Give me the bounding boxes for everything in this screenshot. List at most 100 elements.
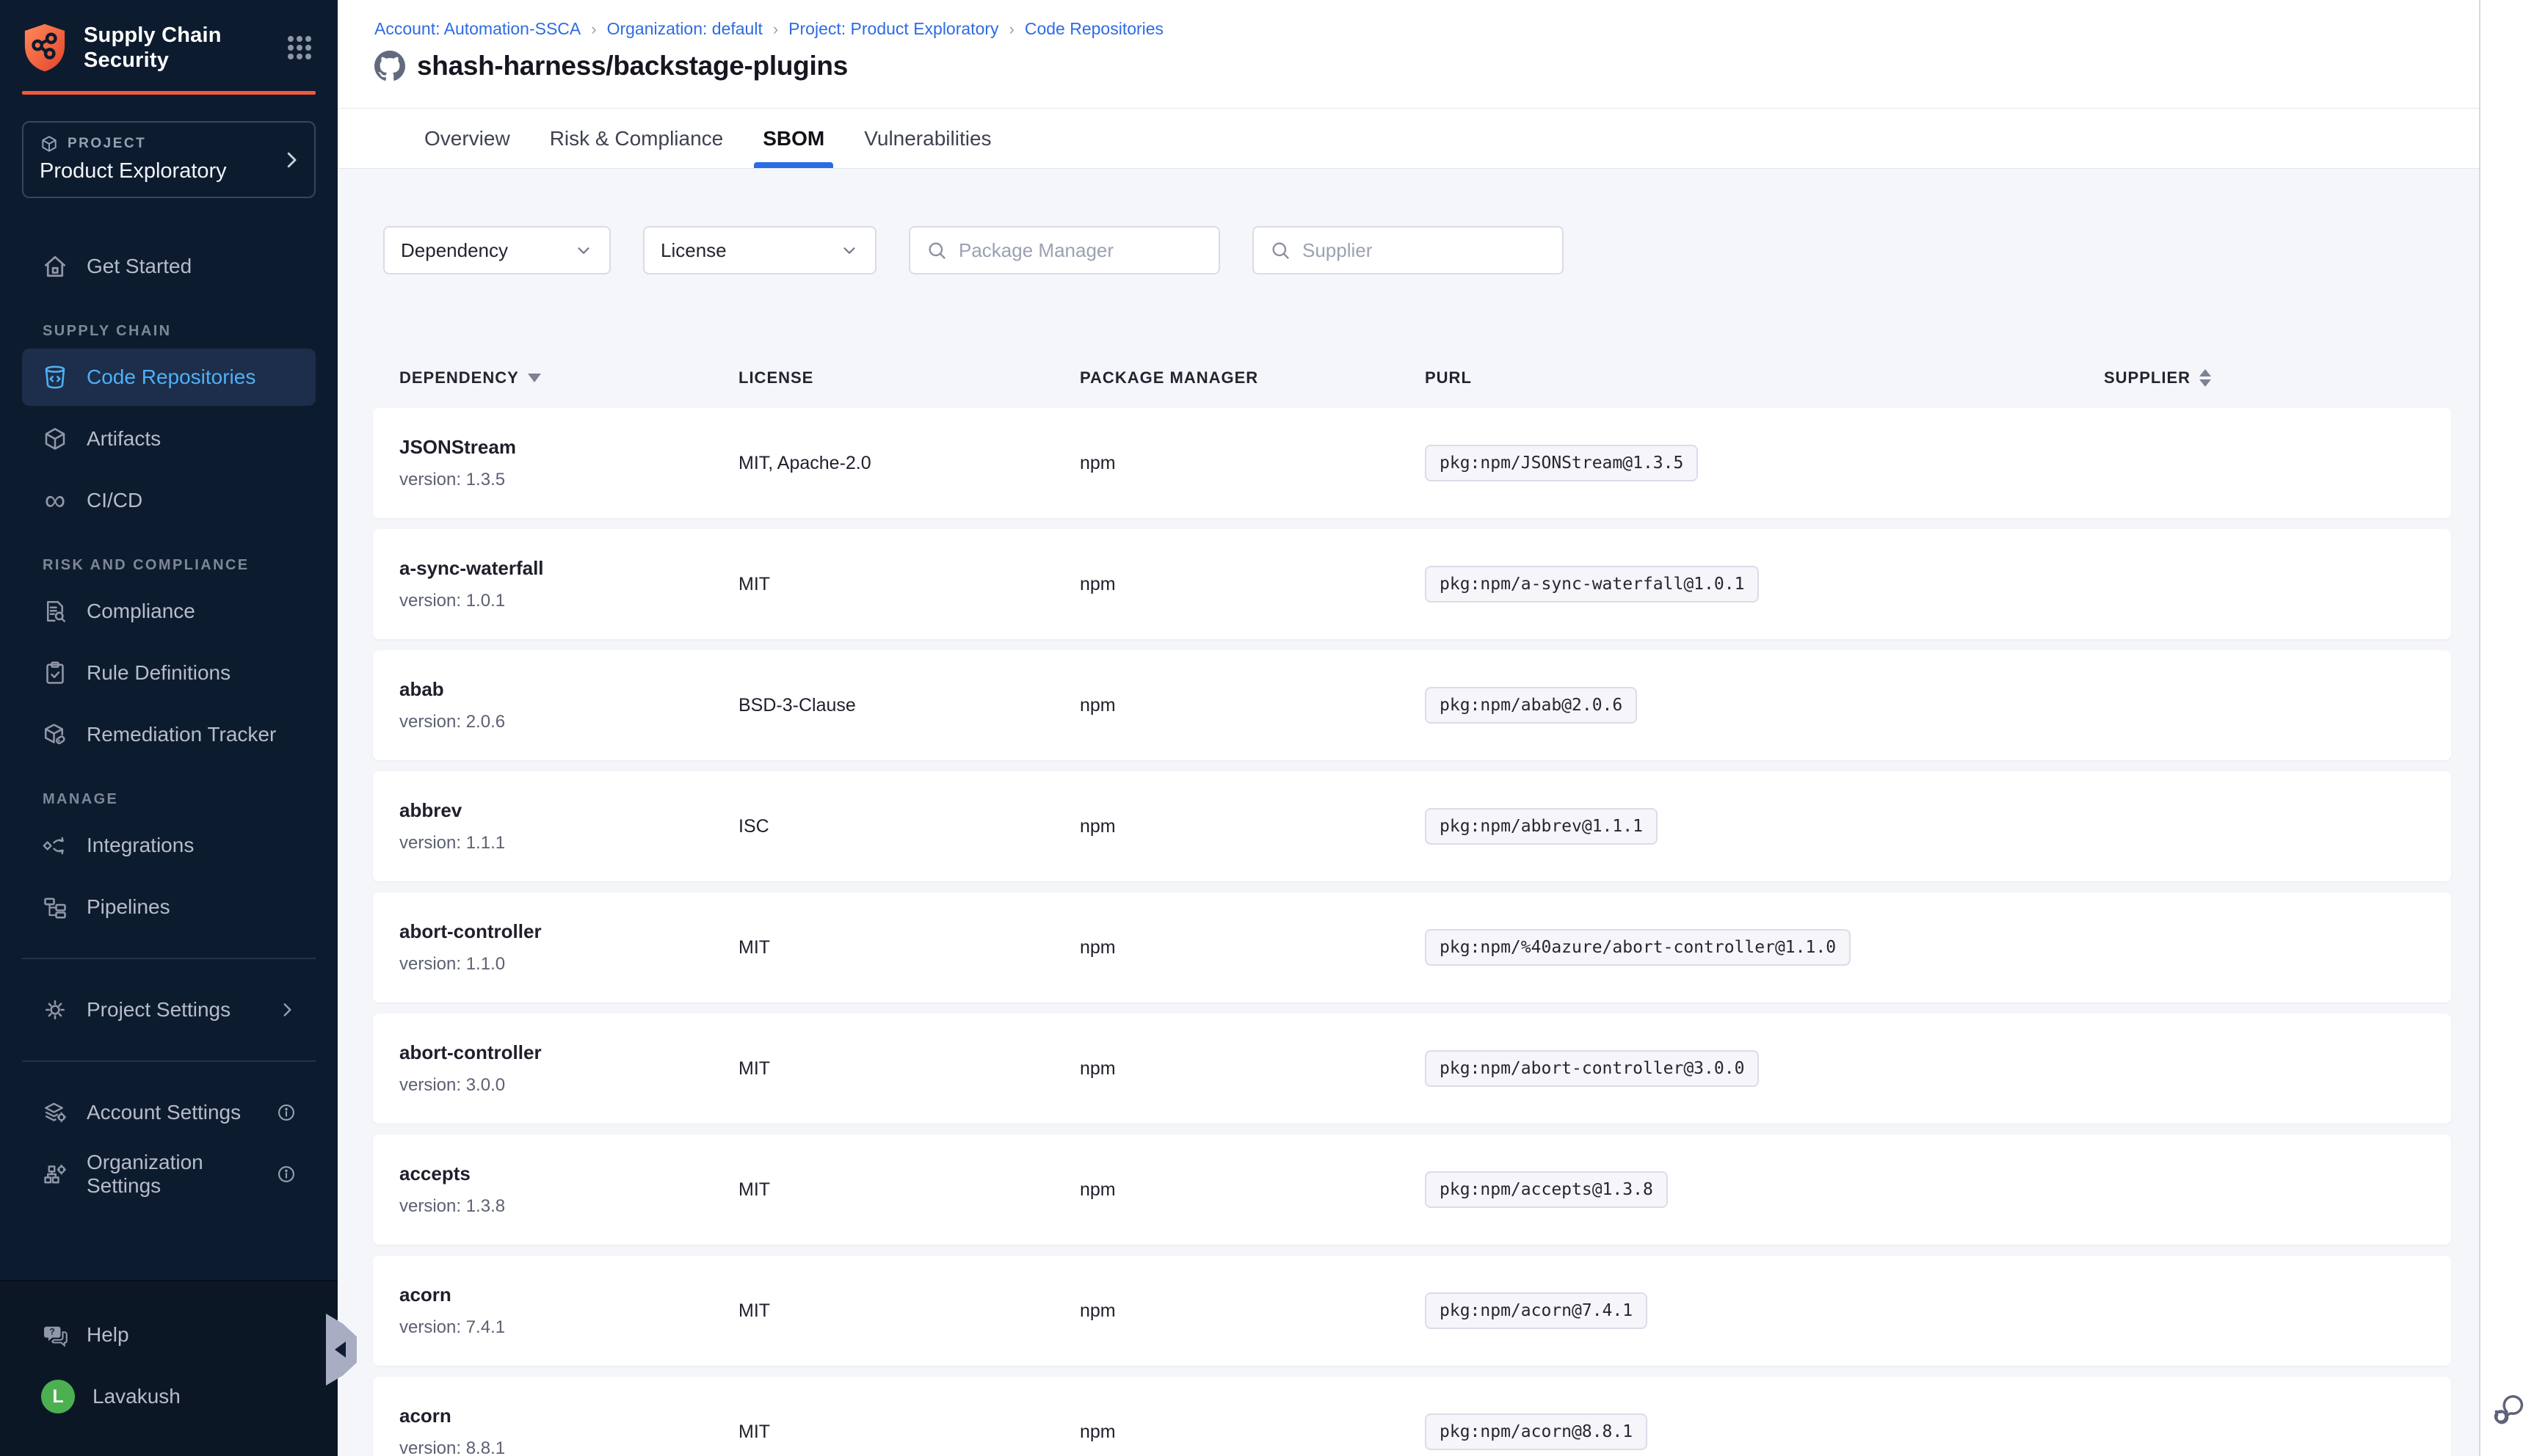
license-cell: MIT (738, 1422, 1080, 1443)
column-header-license: LICENSE (738, 368, 1080, 387)
purl-cell: pkg:npm/JSONStream@1.3.5 (1425, 445, 2104, 481)
chevron-right-icon (277, 1000, 297, 1019)
table-row: JSONStream version: 1.3.5 MIT, Apache-2.… (373, 408, 2451, 518)
dependency-name: abort-controller (399, 920, 738, 943)
dependency-cell: abort-controller version: 1.1.0 (399, 920, 738, 975)
package-manager-cell: npm (1080, 453, 1425, 474)
sidebar-item-project-settings[interactable]: Project Settings (22, 981, 316, 1038)
license-cell: MIT (738, 574, 1080, 595)
package-manager-cell: npm (1080, 816, 1425, 837)
purl-badge: pkg:npm/acorn@8.8.1 (1425, 1413, 1647, 1450)
infinity-icon: ∞ (41, 487, 69, 514)
purl-badge: pkg:npm/abab@2.0.6 (1425, 687, 1637, 724)
filters-row: Dependency License (383, 226, 2451, 274)
dependency-cell: JSONStream version: 1.3.5 (399, 436, 738, 490)
sidebar-item-label: Artifacts (87, 427, 161, 451)
license-filter-select[interactable]: License (643, 226, 876, 274)
pipelines-icon (41, 893, 69, 921)
tab-overview[interactable]: Overview (424, 109, 510, 168)
column-header-supplier[interactable]: SUPPLIER (2104, 368, 2451, 387)
dependency-name: abort-controller (399, 1041, 738, 1064)
dependency-cell: acorn version: 8.8.1 (399, 1405, 738, 1456)
supplier-input[interactable] (1302, 239, 1546, 262)
column-header-dependency[interactable]: DEPENDENCY (399, 368, 738, 387)
breadcrumb-code-repositories-link[interactable]: Code Repositories (1025, 19, 1164, 39)
tab-vulnerabilities[interactable]: Vulnerabilities (864, 109, 991, 168)
avatar: L (41, 1380, 75, 1413)
dependency-cell: accepts version: 1.3.8 (399, 1162, 738, 1217)
sidebar-item-compliance[interactable]: Compliance (22, 583, 316, 640)
table-row: a-sync-waterfall version: 1.0.1 MIT npm … (373, 529, 2451, 639)
breadcrumb-organization-link[interactable]: Organization: default (607, 19, 763, 39)
app-grid-icon[interactable] (283, 32, 316, 64)
home-icon (41, 252, 69, 280)
breadcrumb-project-link[interactable]: Project: Product Exploratory (788, 19, 998, 39)
dependency-version: version: 1.0.1 (399, 591, 738, 611)
dependency-cell: a-sync-waterfall version: 1.0.1 (399, 557, 738, 611)
tab-sbom[interactable]: SBOM (763, 109, 824, 168)
chevron-down-icon (574, 241, 593, 260)
document-search-icon (41, 597, 69, 625)
supplier-search (1252, 226, 1564, 274)
breadcrumb: Account: Automation-SSCA › Organization:… (374, 19, 2479, 39)
dependency-cell: abab version: 2.0.6 (399, 678, 738, 732)
breadcrumb-separator: › (1009, 20, 1015, 39)
sidebar-bottom-panel: ? Help L Lavakush (0, 1280, 338, 1456)
project-name: Product Exploratory (40, 159, 300, 183)
package-manager-input[interactable] (959, 239, 1202, 262)
sidebar-item-cicd[interactable]: ∞ CI/CD (22, 472, 316, 529)
brand-title: Supply Chain Security (84, 23, 222, 73)
purl-cell: pkg:npm/abort-controller@3.0.0 (1425, 1050, 2104, 1087)
sidebar-divider (22, 1060, 316, 1062)
brand-row: Supply Chain Security (0, 0, 338, 73)
tab-risk-compliance[interactable]: Risk & Compliance (550, 109, 724, 168)
sidebar-item-integrations[interactable]: Integrations (22, 817, 316, 874)
cube-icon (41, 425, 69, 453)
license-cell: MIT (738, 1058, 1080, 1080)
dependency-version: version: 7.4.1 (399, 1317, 738, 1338)
project-selector[interactable]: PROJECT Product Exploratory (22, 121, 316, 198)
table-row: abort-controller version: 3.0.0 MIT npm … (373, 1013, 2451, 1124)
chat-launcher-icon[interactable] (2489, 1388, 2527, 1427)
table-row: acorn version: 8.8.1 MIT npm pkg:npm/aco… (373, 1377, 2451, 1456)
help-chat-icon: ? (41, 1321, 69, 1349)
license-cell: ISC (738, 816, 1080, 837)
sidebar-item-remediation-tracker[interactable]: Remediation Tracker (22, 706, 316, 763)
breadcrumb-separator: › (773, 20, 778, 39)
breadcrumb-account-link[interactable]: Account: Automation-SSCA (374, 19, 581, 39)
dependency-filter-select[interactable]: Dependency (383, 226, 611, 274)
table-row: acorn version: 7.4.1 MIT npm pkg:npm/aco… (373, 1256, 2451, 1366)
sidebar-item-rule-definitions[interactable]: Rule Definitions (22, 644, 316, 702)
column-header-purl: PURL (1425, 368, 2104, 387)
sidebar-item-organization-settings[interactable]: Organization Settings (22, 1146, 316, 1203)
dependency-name: JSONStream (399, 436, 738, 459)
sidebar-item-get-started[interactable]: Get Started (22, 238, 316, 295)
supply-chain-shield-logo (22, 22, 68, 73)
section-risk-compliance: RISK AND COMPLIANCE (43, 557, 338, 574)
dependency-name: acorn (399, 1284, 738, 1306)
table-row: abab version: 2.0.6 BSD-3-Clause npm pkg… (373, 650, 2451, 760)
info-icon (276, 1164, 297, 1184)
sidebar-item-help[interactable]: ? Help (22, 1306, 316, 1364)
purl-cell: pkg:npm/abbrev@1.1.1 (1425, 808, 2104, 845)
box-tag-icon (41, 721, 69, 749)
right-rail (2479, 0, 2537, 1456)
sidebar-item-artifacts[interactable]: Artifacts (22, 410, 316, 467)
sidebar-item-code-repositories[interactable]: Code Repositories (22, 349, 316, 406)
package-manager-cell: npm (1080, 1179, 1425, 1201)
sidebar-item-label: Integrations (87, 834, 194, 857)
collapse-arrow-icon (335, 1342, 346, 1358)
purl-badge: pkg:npm/JSONStream@1.3.5 (1425, 445, 1698, 481)
dependency-name: abbrev (399, 799, 738, 822)
dependency-version: version: 2.0.6 (399, 712, 738, 732)
license-cell: MIT (738, 937, 1080, 958)
purl-badge: pkg:npm/abbrev@1.1.1 (1425, 808, 1658, 845)
license-cell: MIT, Apache-2.0 (738, 453, 1080, 474)
sidebar-item-account-settings[interactable]: Account Settings (22, 1084, 316, 1141)
sidebar-item-user-profile[interactable]: L Lavakush (22, 1368, 316, 1425)
dependency-cell: abbrev version: 1.1.1 (399, 799, 738, 853)
purl-cell: pkg:npm/abab@2.0.6 (1425, 687, 2104, 724)
package-manager-cell: npm (1080, 1300, 1425, 1322)
purl-badge: pkg:npm/a-sync-waterfall@1.0.1 (1425, 566, 1759, 603)
sidebar-item-pipelines[interactable]: Pipelines (22, 878, 316, 936)
